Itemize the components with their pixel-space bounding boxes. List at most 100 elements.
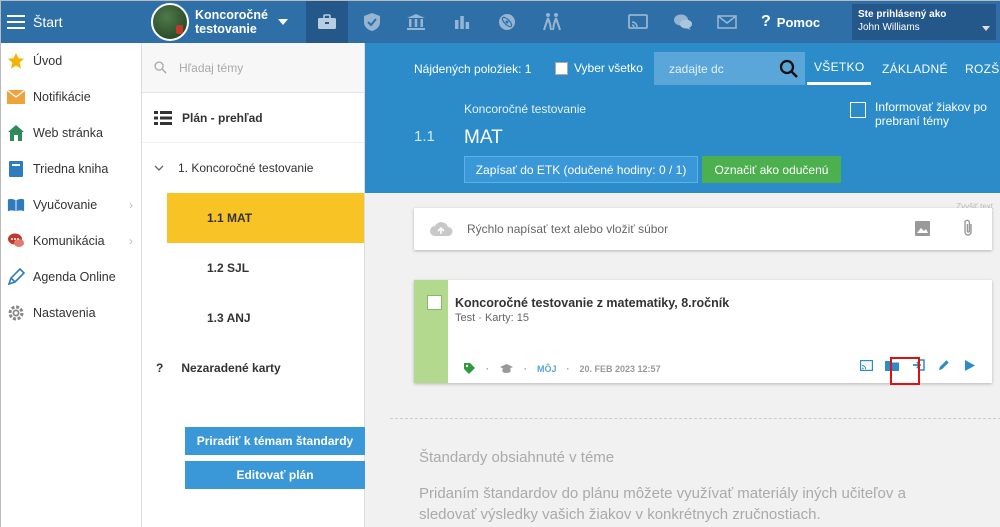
- cast-icon[interactable]: [858, 357, 874, 373]
- inform-line1: Informovať žiakov po: [875, 100, 987, 114]
- image-icon[interactable]: [915, 221, 930, 236]
- sidebar-item-triedna-kniha[interactable]: Triedna kniha: [1, 151, 141, 187]
- card-strip: [414, 280, 448, 383]
- sidebar-item-uvod[interactable]: Úvod: [1, 43, 141, 79]
- cast-icon[interactable]: [617, 1, 659, 43]
- meta-separator: ·: [486, 363, 489, 374]
- main-sidebar: Úvod Notifikácie Web stránka Triedna kni…: [1, 43, 142, 527]
- bank-icon[interactable]: [395, 1, 437, 43]
- shield-icon[interactable]: [351, 1, 393, 43]
- theme-search[interactable]: Hľadaj témy: [142, 43, 364, 93]
- question-icon: ?: [761, 13, 771, 30]
- card-checkbox[interactable]: [427, 295, 442, 310]
- card-date: 20. FEB 2023 12:57: [579, 363, 661, 374]
- sidebar-item-nastavenia[interactable]: Nastavenia: [1, 295, 141, 331]
- tab-vsetko[interactable]: VŠETKO: [807, 52, 872, 85]
- card-meta: · · MÔJ · 20. FEB 2023 12:57: [463, 362, 661, 375]
- sidebar-item-label: Nastavenia: [33, 306, 96, 320]
- course-name-line1: Koncoročné: [195, 8, 268, 22]
- inform-students-label: Informovať žiakov po prebraní témy: [875, 100, 987, 128]
- unassigned-cards-item[interactable]: ? Nezaradené karty: [142, 343, 364, 393]
- paperclip-icon[interactable]: [962, 219, 974, 237]
- theme-section-label: 1. Koncoročné testovanie: [178, 161, 314, 175]
- checkbox[interactable]: [850, 102, 866, 118]
- write-to-etk-button[interactable]: Zapísať do ETK (odučené hodiny: 0 / 1): [464, 156, 698, 183]
- question-icon: ?: [156, 361, 164, 375]
- course-selector[interactable]: Koncoročné testovanie: [151, 1, 306, 43]
- theme-search-input[interactable]: Hľadaj témy: [179, 61, 243, 75]
- help-button[interactable]: ? Pomoc: [761, 1, 820, 43]
- sidebar-item-vyucovanie[interactable]: Vyučovanie ›: [1, 187, 141, 223]
- chevron-down-icon: [982, 26, 990, 31]
- chevron-right-icon: ›: [129, 234, 133, 248]
- search-icon[interactable]: [779, 59, 799, 79]
- quick-post-box[interactable]: Rýchlo napísať text alebo vložiť súbor: [414, 208, 992, 250]
- open-book-icon: [7, 196, 25, 214]
- gear-icon: [7, 304, 25, 322]
- card-subtitle: Test · Karty: 15: [455, 312, 529, 324]
- sidebar-item-label: Komunikácia: [33, 234, 105, 248]
- theme-item-anj[interactable]: 1.3 ANJ: [167, 293, 364, 343]
- card-owner: MÔJ: [537, 363, 557, 374]
- card-search-input[interactable]: zadajte dc: [654, 52, 805, 85]
- edit-pencil-icon[interactable]: [936, 357, 952, 373]
- select-all-label: Vyber všetko: [574, 61, 643, 75]
- sidebar-item-label: Vyučovanie: [33, 198, 98, 212]
- topic-number: 1.1: [414, 128, 435, 145]
- found-count: Nájdených položiek: 1: [414, 62, 532, 76]
- chevron-right-icon: ›: [129, 198, 133, 212]
- themes-panel: Hľadaj témy Plán - prehľad 1. Koncoročné…: [142, 43, 365, 527]
- tab-zakladne[interactable]: ZÁKLADNÉ: [875, 52, 955, 85]
- sidebar-item-label: Úvod: [33, 54, 63, 68]
- theme-item-label: 1.1 MAT: [207, 211, 253, 225]
- play-icon[interactable]: [962, 357, 978, 373]
- checkbox[interactable]: [555, 61, 568, 75]
- user-logged-label: Ste prihlásený ako: [858, 9, 947, 20]
- edit-plan-button[interactable]: Editovať plán: [185, 461, 365, 489]
- bar-chart-icon[interactable]: [441, 1, 483, 43]
- help-label: Pomoc: [776, 14, 821, 30]
- chevron-down-icon: [154, 165, 164, 171]
- cloud-upload-icon[interactable]: [429, 221, 453, 237]
- select-all-checkbox[interactable]: Vyber všetko: [555, 61, 643, 75]
- tag-icon[interactable]: [463, 362, 476, 375]
- graduation-cap-icon[interactable]: [499, 363, 514, 375]
- theme-section-koncorocne[interactable]: 1. Koncoročné testovanie: [142, 143, 364, 193]
- topic-title: MAT: [464, 127, 503, 148]
- sidebar-item-web-stranka[interactable]: Web stránka: [1, 115, 141, 151]
- theme-item-mat[interactable]: 1.1 MAT: [167, 193, 364, 243]
- start-label: Štart: [33, 14, 63, 30]
- chat-icon[interactable]: [662, 1, 704, 43]
- card-title[interactable]: Koncoročné testovanie z matematiky, 8.ro…: [455, 296, 729, 310]
- tab-rozsirene[interactable]: ROZŠ: [958, 52, 1000, 85]
- sidebar-item-komunikacia[interactable]: Komunikácia ›: [1, 223, 141, 259]
- mark-as-taught-button[interactable]: Označiť ako odučenú: [702, 156, 841, 183]
- user-menu[interactable]: Ste prihlásený ako John Williams: [852, 4, 996, 40]
- quick-post-input[interactable]: Rýchlo napísať text alebo vložiť súbor: [467, 222, 668, 236]
- sidebar-item-notifikacie[interactable]: Notifikácie: [1, 79, 141, 115]
- plan-overview-item[interactable]: Plán - prehľad: [142, 93, 364, 143]
- plan-overview-label: Plán - prehľad: [182, 110, 263, 125]
- theme-item-label: 1.3 ANJ: [207, 311, 251, 325]
- topic-course-label: Koncoročné testovanie: [464, 102, 587, 116]
- pencil-icon: [7, 268, 25, 286]
- briefcase-icon[interactable]: [306, 1, 348, 43]
- start-menu-button[interactable]: Štart: [1, 1, 142, 43]
- meta-separator: ·: [524, 363, 527, 374]
- inform-line2: prebraní témy: [875, 114, 950, 128]
- topic-header: Nájdených položiek: 1 Vyber všetko zadaj…: [365, 43, 1000, 193]
- envelope-icon: [7, 88, 25, 106]
- walking-people-icon[interactable]: [531, 1, 573, 43]
- search-icon: [154, 61, 167, 74]
- assign-standards-button[interactable]: Priradiť k témam štandardy: [185, 427, 365, 455]
- list-icon: [154, 110, 172, 125]
- inform-students-checkbox[interactable]: Informovať žiakov po prebraní témy: [850, 100, 987, 128]
- mail-icon[interactable]: [706, 1, 748, 43]
- course-name-line2: testovanie: [195, 22, 257, 36]
- sidebar-item-label: Triedna kniha: [33, 162, 109, 176]
- sidebar-item-agenda-online[interactable]: Agenda Online: [1, 259, 141, 295]
- standards-text: Pridaním štandardov do plánu môžete využ…: [419, 485, 906, 523]
- atom-icon[interactable]: [486, 1, 528, 43]
- card-item[interactable]: Koncoročné testovanie z matematiky, 8.ro…: [414, 280, 992, 385]
- theme-item-sjl[interactable]: 1.2 SJL: [167, 243, 364, 293]
